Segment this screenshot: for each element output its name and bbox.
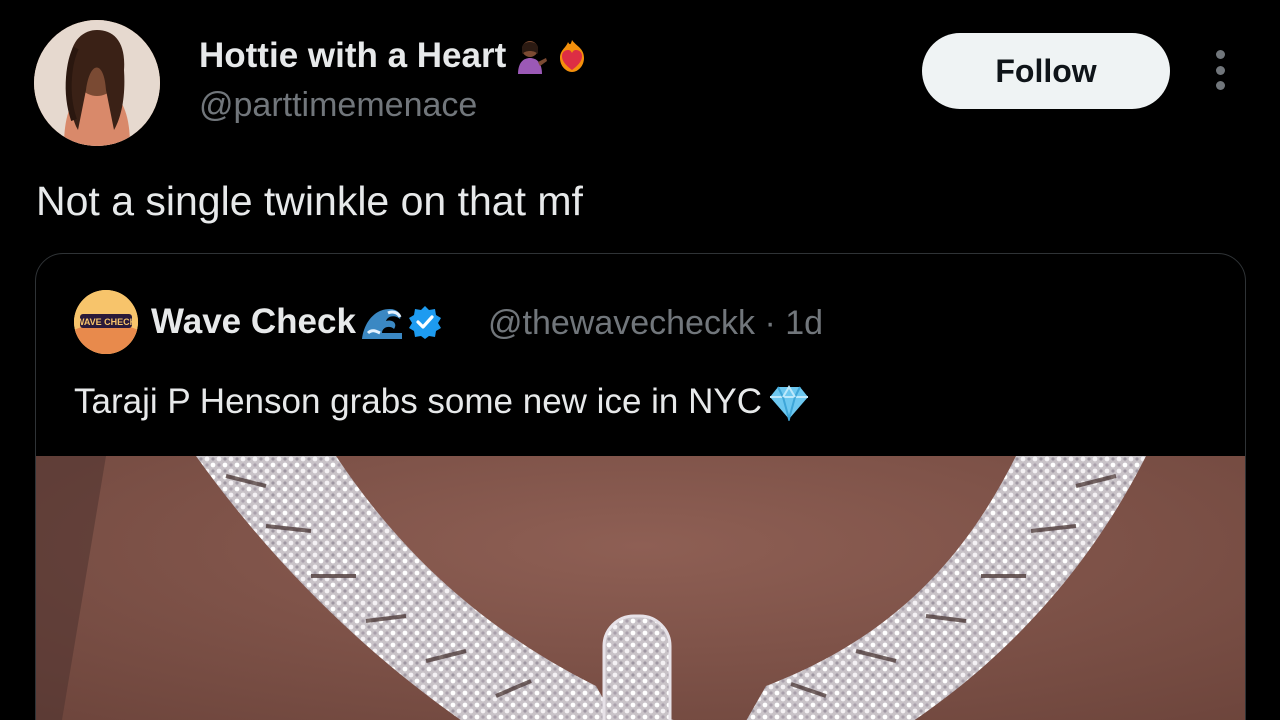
- quoted-media-image[interactable]: [36, 456, 1245, 720]
- quoted-author-name[interactable]: Wave Check: [151, 302, 356, 342]
- quoted-text: Taraji P Henson grabs some new ice in NY…: [74, 382, 763, 421]
- quoted-timestamp[interactable]: 1d: [785, 304, 823, 342]
- author-avatar[interactable]: [34, 20, 160, 146]
- verified-badge-icon: [408, 306, 441, 339]
- quoted-tweet-card[interactable]: WAVE CHECK Wave Check @thewavecheckk · 1…: [35, 253, 1246, 720]
- meta-separator: ·: [764, 304, 786, 342]
- quoted-text-row: Taraji P Henson grabs some new ice in NY…: [74, 382, 810, 422]
- quoted-meta: @thewavecheckk · 1d: [488, 304, 823, 343]
- tweet-text: Not a single twinkle on that mf: [36, 178, 583, 224]
- quoted-author-handle[interactable]: @thewavecheckk: [488, 304, 755, 342]
- heart-on-fire-emoji: [560, 40, 585, 72]
- author-handle[interactable]: @parttimemenace: [199, 86, 477, 125]
- gem-stone-emoji: [770, 385, 809, 421]
- tweet: Hottie with a Heart @parttimemenace Foll…: [0, 0, 1280, 720]
- follow-button[interactable]: Follow: [922, 33, 1170, 109]
- quoted-avatar-logo-text: WAVE CHECK: [76, 317, 137, 327]
- author-name[interactable]: Hottie with a Heart: [199, 36, 506, 76]
- more-dot: [1215, 81, 1225, 90]
- quoted-author-avatar[interactable]: WAVE CHECK: [74, 290, 138, 354]
- person-tipping-hand-emoji: [518, 41, 548, 74]
- more-options-icon[interactable]: [1204, 50, 1236, 90]
- more-dot: [1215, 65, 1225, 75]
- quoted-author-name-row[interactable]: Wave Check: [151, 302, 442, 342]
- more-dot: [1215, 50, 1225, 59]
- water-wave-emoji: [361, 309, 402, 339]
- author-name-row[interactable]: Hottie with a Heart: [199, 36, 590, 76]
- necklace-photo: [36, 456, 1245, 720]
